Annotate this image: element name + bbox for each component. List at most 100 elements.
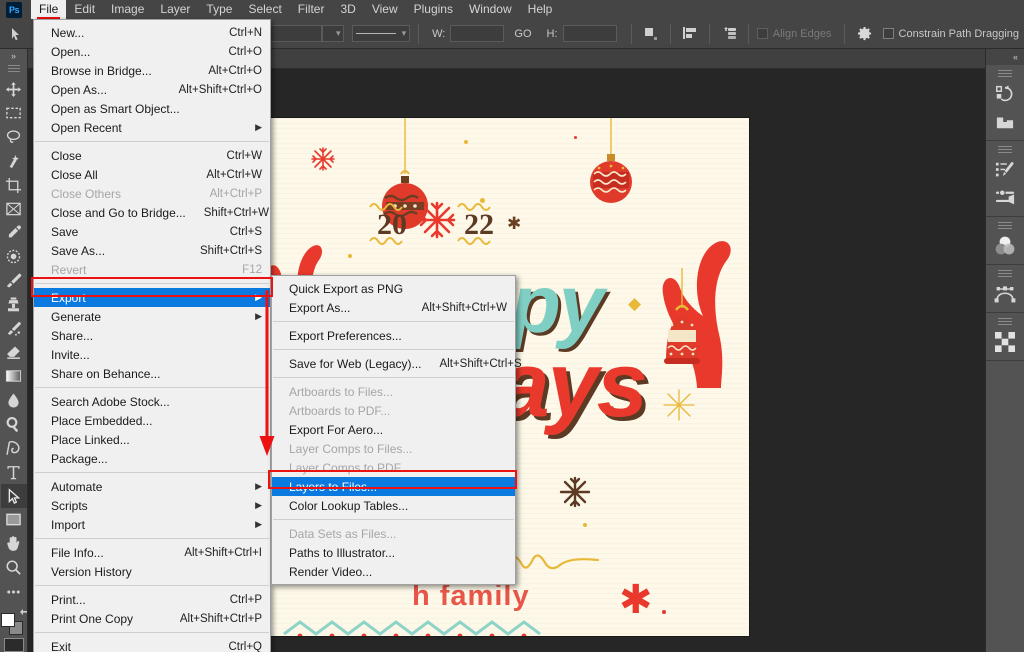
file-menu-item-version-history[interactable]: Version History (34, 562, 270, 581)
file-menu-item-share[interactable]: Share... (34, 326, 270, 345)
file-menu-item-open-as-smart-object[interactable]: Open as Smart Object... (34, 99, 270, 118)
gradient-tool[interactable] (1, 364, 27, 388)
paths-panel-icon[interactable] (989, 280, 1021, 308)
history-panel-icon[interactable] (989, 80, 1021, 108)
export-menu-item-paths-to-illustrator[interactable]: Paths to Illustrator... (272, 543, 515, 562)
export-menu-item-export-as[interactable]: Export As...Alt+Shift+Ctrl+W (272, 298, 515, 317)
lasso-tool[interactable] (1, 125, 27, 149)
quick-mask-icon[interactable] (4, 638, 24, 651)
clone-stamp-tool[interactable] (1, 293, 27, 317)
active-tool-icon[interactable] (4, 23, 28, 45)
file-menu-item-open-recent[interactable]: Open Recent▶ (34, 118, 270, 137)
stroke-width-dropdown[interactable]: ▾ (322, 25, 345, 42)
file-menu-item-close[interactable]: CloseCtrl+W (34, 146, 270, 165)
export-menu-item-color-lookup-tables[interactable]: Color Lookup Tables... (272, 496, 515, 515)
export-menu-item-export-for-aero[interactable]: Export For Aero... (272, 420, 515, 439)
swap-colors-icon[interactable] (19, 608, 29, 618)
toolbar-grip[interactable] (8, 65, 20, 73)
file-menu-item-open-as[interactable]: Open As...Alt+Shift+Ctrl+O (34, 80, 270, 99)
file-menu-item-place-embedded[interactable]: Place Embedded... (34, 411, 270, 430)
rectangle-tool[interactable] (1, 508, 27, 532)
file-menu-item-automate[interactable]: Automate▶ (34, 477, 270, 496)
file-menu-item-generate[interactable]: Generate▶ (34, 307, 270, 326)
hand-tool[interactable] (1, 532, 27, 556)
adjustments-panel-icon[interactable] (989, 156, 1021, 184)
export-menu-item-save-for-web-legacy[interactable]: Save for Web (Legacy)...Alt+Shift+Ctrl+S (272, 354, 515, 373)
path-operations-icon[interactable] (640, 23, 662, 45)
align-edges-checkbox[interactable] (757, 28, 767, 39)
path-selection-tool[interactable] (1, 484, 27, 508)
menubar-item-layer[interactable]: Layer (152, 0, 198, 19)
menubar-item-file[interactable]: File (31, 0, 66, 19)
panel-grip[interactable] (998, 70, 1012, 77)
file-menu-item-invite[interactable]: Invite... (34, 345, 270, 364)
pen-tool[interactable] (1, 436, 27, 460)
export-menu-item-quick-export-as-png[interactable]: Quick Export as PNG (272, 279, 515, 298)
gear-icon[interactable] (853, 23, 875, 45)
foreground-background-colors[interactable] (1, 609, 27, 635)
file-menu[interactable]: New...Ctrl+NOpen...Ctrl+OBrowse in Bridg… (33, 19, 271, 652)
stroke-style-dropdown[interactable]: ▾ (352, 25, 410, 42)
file-menu-item-import[interactable]: Import▶ (34, 515, 270, 534)
export-menu-item-layers-to-files[interactable]: Layers to Files... (272, 477, 515, 496)
eraser-tool[interactable] (1, 341, 27, 365)
properties-panel-icon[interactable] (989, 184, 1021, 212)
color-panel-icon[interactable] (989, 232, 1021, 260)
dock-collapse-icon[interactable]: « (986, 49, 1024, 65)
blur-tool[interactable] (1, 388, 27, 412)
menubar-item-window[interactable]: Window (461, 0, 520, 19)
toolbar-collapse-icon[interactable]: » (0, 49, 27, 62)
move-tool[interactable] (1, 77, 27, 101)
file-menu-item-place-linked[interactable]: Place Linked... (34, 430, 270, 449)
path-arrangement-icon[interactable] (718, 23, 740, 45)
file-menu-item-save-as[interactable]: Save As...Shift+Ctrl+S (34, 241, 270, 260)
edit-toolbar-icon[interactable] (1, 580, 27, 604)
crop-tool[interactable] (1, 173, 27, 197)
file-menu-item-new[interactable]: New...Ctrl+N (34, 23, 270, 42)
menubar-item-edit[interactable]: Edit (66, 0, 103, 19)
constrain-path-dragging-checkbox[interactable] (883, 28, 893, 39)
zoom-tool[interactable] (1, 556, 27, 580)
menubar-item-type[interactable]: Type (198, 0, 240, 19)
libraries-panel-icon[interactable] (989, 108, 1021, 136)
menubar-item-plugins[interactable]: Plugins (406, 0, 461, 19)
menubar-item-3d[interactable]: 3D (332, 0, 363, 19)
menubar-item-view[interactable]: View (364, 0, 406, 19)
menubar-item-image[interactable]: Image (103, 0, 152, 19)
file-menu-item-exit[interactable]: ExitCtrl+Q (34, 637, 270, 652)
menubar-item-filter[interactable]: Filter (290, 0, 333, 19)
link-dimensions-icon[interactable]: GO (514, 28, 531, 40)
spot-healing-brush-tool[interactable] (1, 245, 27, 269)
file-menu-item-search-adobe-stock[interactable]: Search Adobe Stock... (34, 392, 270, 411)
width-input[interactable] (450, 25, 504, 42)
brush-tool[interactable] (1, 269, 27, 293)
layers-panel-icon[interactable] (989, 328, 1021, 356)
eyedropper-tool[interactable] (1, 221, 27, 245)
file-menu-item-print-one-copy[interactable]: Print One CopyAlt+Shift+Ctrl+P (34, 609, 270, 628)
file-menu-item-package[interactable]: Package... (34, 449, 270, 468)
horizontal-type-tool[interactable] (1, 460, 27, 484)
file-menu-item-scripts[interactable]: Scripts▶ (34, 496, 270, 515)
file-menu-item-close-all[interactable]: Close AllAlt+Ctrl+W (34, 165, 270, 184)
export-submenu[interactable]: Quick Export as PNGExport As...Alt+Shift… (271, 275, 516, 585)
file-menu-item-save[interactable]: SaveCtrl+S (34, 222, 270, 241)
panel-grip[interactable] (998, 222, 1012, 229)
height-input[interactable] (563, 25, 617, 42)
object-selection-tool[interactable] (1, 149, 27, 173)
path-alignment-icon[interactable] (679, 23, 701, 45)
file-menu-item-export[interactable]: Export▶ (34, 288, 270, 307)
file-menu-item-file-info[interactable]: File Info...Alt+Shift+Ctrl+I (34, 543, 270, 562)
dodge-tool[interactable] (1, 412, 27, 436)
file-menu-item-browse-in-bridge[interactable]: Browse in Bridge...Alt+Ctrl+O (34, 61, 270, 80)
frame-tool[interactable] (1, 197, 27, 221)
history-brush-tool[interactable] (1, 317, 27, 341)
file-menu-item-close-and-go-to-bridge[interactable]: Close and Go to Bridge...Shift+Ctrl+W (34, 203, 270, 222)
panel-grip[interactable] (998, 146, 1012, 153)
menubar-item-select[interactable]: Select (240, 0, 289, 19)
menubar-item-help[interactable]: Help (520, 0, 561, 19)
export-menu-item-export-preferences[interactable]: Export Preferences... (272, 326, 515, 345)
foreground-color-swatch[interactable] (1, 613, 15, 627)
file-menu-item-share-on-behance[interactable]: Share on Behance... (34, 364, 270, 383)
panel-grip[interactable] (998, 318, 1012, 325)
file-menu-item-print[interactable]: Print...Ctrl+P (34, 590, 270, 609)
